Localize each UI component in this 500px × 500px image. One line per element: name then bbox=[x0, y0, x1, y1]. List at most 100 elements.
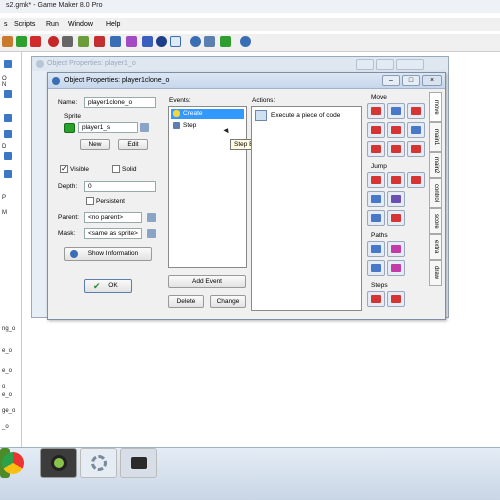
mask-field[interactable]: <same as sprite> bbox=[84, 228, 142, 239]
sprite-menu-icon[interactable] bbox=[140, 123, 149, 132]
tree-item[interactable]: o bbox=[2, 384, 5, 390]
solid-checkbox[interactable] bbox=[112, 165, 120, 173]
event-step[interactable]: Step bbox=[171, 121, 244, 131]
sound-icon[interactable] bbox=[62, 36, 73, 47]
path-speed-icon[interactable] bbox=[387, 260, 405, 276]
object-icon bbox=[52, 77, 60, 85]
tab-extra[interactable]: extra bbox=[429, 234, 442, 260]
script-icon[interactable] bbox=[110, 36, 121, 47]
add-icon[interactable] bbox=[220, 36, 231, 47]
jump-position-icon[interactable] bbox=[367, 172, 385, 188]
delete-event-button[interactable]: Delete bbox=[168, 295, 204, 308]
jump-random-icon[interactable] bbox=[407, 172, 425, 188]
event-create-selected[interactable]: Create bbox=[171, 109, 244, 119]
actions-list[interactable]: Execute a piece of code bbox=[251, 106, 362, 311]
sprite-label: Sprite bbox=[64, 113, 81, 120]
game-task-icon[interactable] bbox=[120, 448, 157, 478]
step-avoiding-icon[interactable] bbox=[387, 291, 405, 307]
sprite-icon[interactable] bbox=[48, 36, 59, 47]
menu-item-help[interactable]: Help bbox=[106, 21, 120, 28]
tree-item[interactable]: _o bbox=[2, 424, 9, 430]
tree-item[interactable]: M bbox=[2, 210, 7, 216]
move-free-icon[interactable] bbox=[387, 103, 405, 119]
move-towards-icon[interactable] bbox=[407, 103, 425, 119]
maximize-button[interactable] bbox=[376, 59, 394, 70]
action-execute-code[interactable]: Execute a piece of code bbox=[271, 112, 340, 119]
bounce-icon[interactable] bbox=[387, 210, 405, 226]
minimize-button[interactable]: – bbox=[382, 75, 400, 86]
step-towards-icon[interactable] bbox=[367, 291, 385, 307]
speed-vertical-icon[interactable] bbox=[387, 122, 405, 138]
tree-item[interactable]: e_o bbox=[2, 392, 12, 398]
menu-item-window[interactable]: Window bbox=[68, 21, 93, 28]
action-library: Move Jump Paths Steps bbox=[365, 92, 427, 317]
name-field[interactable]: player1clone_o bbox=[84, 97, 156, 108]
gravity-icon[interactable] bbox=[407, 122, 425, 138]
game-info-icon[interactable] bbox=[190, 36, 201, 47]
reverse-horizontal-icon[interactable] bbox=[367, 141, 385, 157]
menu-item-s[interactable]: s bbox=[4, 21, 8, 28]
path-position-icon[interactable] bbox=[367, 260, 385, 276]
wrap-screen-icon[interactable] bbox=[387, 191, 405, 207]
tab-draw[interactable]: draw bbox=[429, 260, 442, 286]
tab-main2[interactable]: main2 bbox=[429, 152, 442, 178]
menu-item-run[interactable]: Run bbox=[46, 21, 59, 28]
jump-start-icon[interactable] bbox=[387, 172, 405, 188]
font-icon[interactable] bbox=[126, 36, 137, 47]
tree-item[interactable]: e_o bbox=[2, 348, 12, 354]
background-icon[interactable] bbox=[78, 36, 89, 47]
chrome-icon[interactable] bbox=[2, 452, 24, 474]
background-window-title-bar: Object Properties: player1_o bbox=[32, 57, 448, 71]
tree-item[interactable]: ng_o bbox=[2, 326, 15, 332]
close-button[interactable]: × bbox=[422, 75, 442, 86]
gear-icon[interactable] bbox=[80, 448, 117, 478]
taskbar bbox=[0, 447, 500, 500]
depth-field[interactable]: 0 bbox=[84, 181, 156, 192]
move-contact-icon[interactable] bbox=[367, 210, 385, 226]
run-icon[interactable] bbox=[16, 36, 27, 47]
object-icon[interactable] bbox=[156, 36, 167, 47]
reverse-vertical-icon[interactable] bbox=[387, 141, 405, 157]
timeline-icon[interactable] bbox=[142, 36, 153, 47]
settings-icon[interactable] bbox=[204, 36, 215, 47]
parent-field[interactable]: <no parent> bbox=[84, 212, 142, 223]
set-path-icon[interactable] bbox=[367, 241, 385, 257]
align-grid-icon[interactable] bbox=[367, 191, 385, 207]
game-maker-task-icon[interactable] bbox=[40, 448, 77, 478]
edit-sprite-button[interactable]: Edit bbox=[118, 139, 148, 150]
tree-item[interactable]: N bbox=[2, 82, 6, 88]
add-event-button[interactable]: Add Event bbox=[168, 275, 246, 288]
end-path-icon[interactable] bbox=[387, 241, 405, 257]
parent-menu-icon[interactable] bbox=[147, 213, 156, 222]
mask-menu-icon[interactable] bbox=[147, 229, 156, 238]
menu-item-scripts[interactable]: Scripts bbox=[14, 21, 35, 28]
tree-item[interactable]: ge_o bbox=[2, 408, 15, 414]
speed-horizontal-icon[interactable] bbox=[367, 122, 385, 138]
friction-icon[interactable] bbox=[407, 141, 425, 157]
visible-checkbox[interactable]: ✓ bbox=[60, 164, 68, 173]
ok-button[interactable]: ✔ OK bbox=[84, 279, 132, 293]
persistent-checkbox[interactable] bbox=[86, 197, 94, 205]
tab-move[interactable]: move bbox=[429, 92, 442, 122]
help-icon[interactable] bbox=[240, 36, 251, 47]
persistent-label: Persistent bbox=[96, 198, 125, 205]
tree-item[interactable]: D bbox=[2, 144, 6, 150]
close-button[interactable] bbox=[396, 59, 424, 70]
tab-control[interactable]: control bbox=[429, 178, 442, 208]
new-sprite-button[interactable]: New bbox=[80, 139, 110, 150]
room-icon[interactable] bbox=[170, 36, 181, 47]
tab-score[interactable]: score bbox=[429, 208, 442, 234]
move-fixed-icon[interactable] bbox=[367, 103, 385, 119]
tree-item[interactable]: e_o bbox=[2, 368, 12, 374]
minimize-button[interactable] bbox=[356, 59, 374, 70]
change-event-button[interactable]: Change bbox=[210, 295, 246, 308]
folder-icon[interactable] bbox=[2, 36, 13, 47]
events-list[interactable]: Create Step bbox=[168, 106, 247, 268]
tab-main1[interactable]: main1 bbox=[429, 122, 442, 152]
show-information-button[interactable]: Show Information bbox=[64, 247, 152, 261]
sprite-field[interactable]: player1_s bbox=[78, 122, 138, 133]
path-icon[interactable] bbox=[94, 36, 105, 47]
tree-item[interactable]: P bbox=[2, 195, 6, 201]
debug-icon[interactable] bbox=[30, 36, 41, 47]
maximize-button[interactable]: □ bbox=[402, 75, 420, 86]
